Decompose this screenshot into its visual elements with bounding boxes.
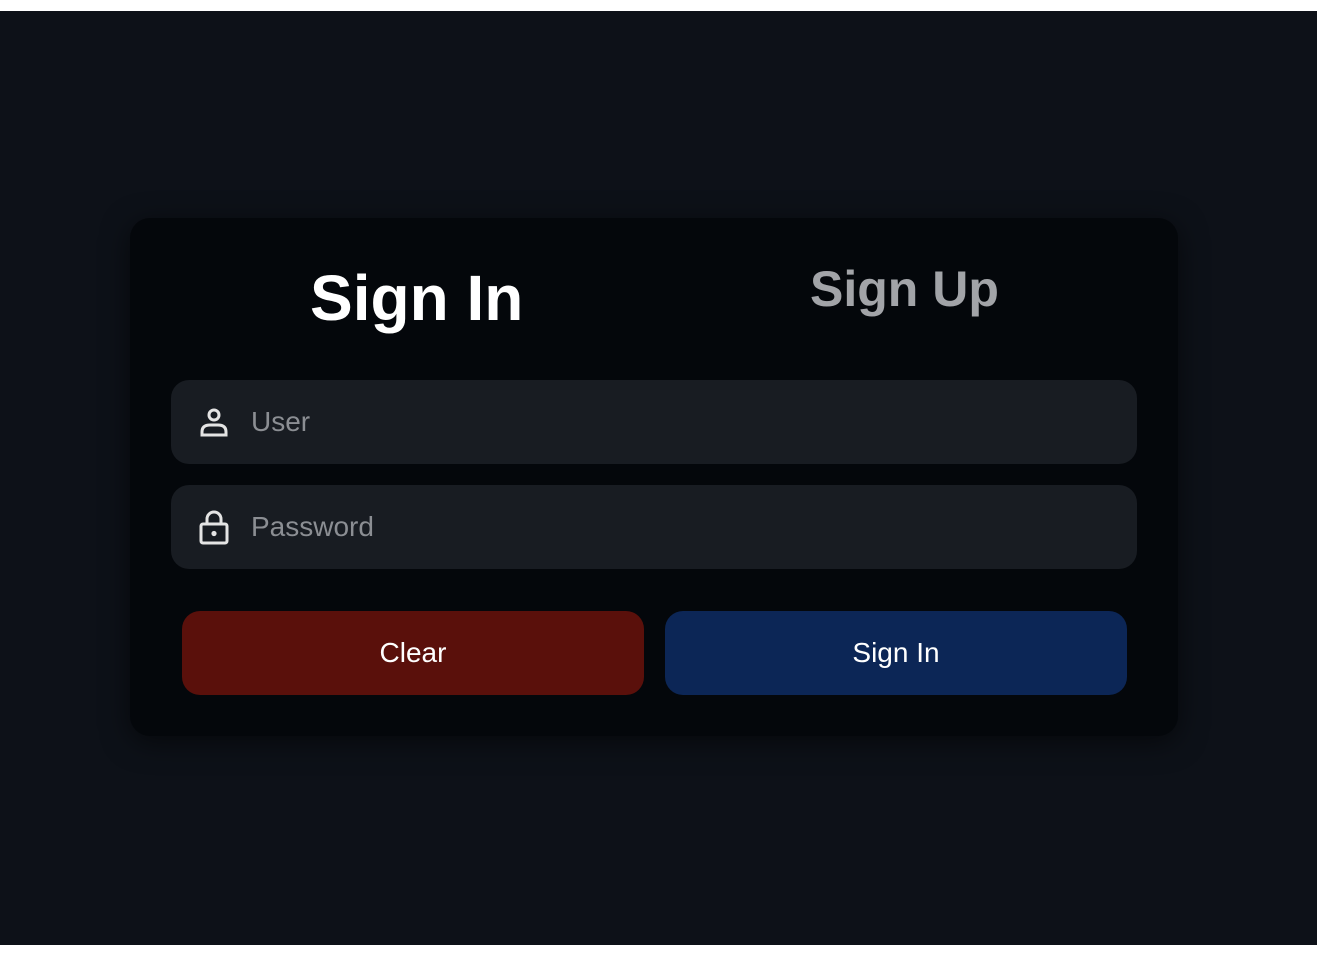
password-field-container [171, 485, 1137, 569]
tab-sign-in[interactable]: Sign In [310, 266, 523, 330]
app-background: Sign In Sign Up Clear Sign In [0, 11, 1317, 945]
tab-sign-up[interactable]: Sign Up [810, 264, 999, 314]
user-icon [197, 405, 231, 439]
lock-icon [197, 510, 231, 545]
auth-card: Sign In Sign Up Clear Sign In [130, 218, 1178, 736]
sign-in-button[interactable]: Sign In [665, 611, 1127, 695]
user-field-container [171, 380, 1137, 464]
clear-button[interactable]: Clear [182, 611, 644, 695]
password-input[interactable] [249, 510, 1113, 544]
user-input[interactable] [249, 405, 1113, 439]
